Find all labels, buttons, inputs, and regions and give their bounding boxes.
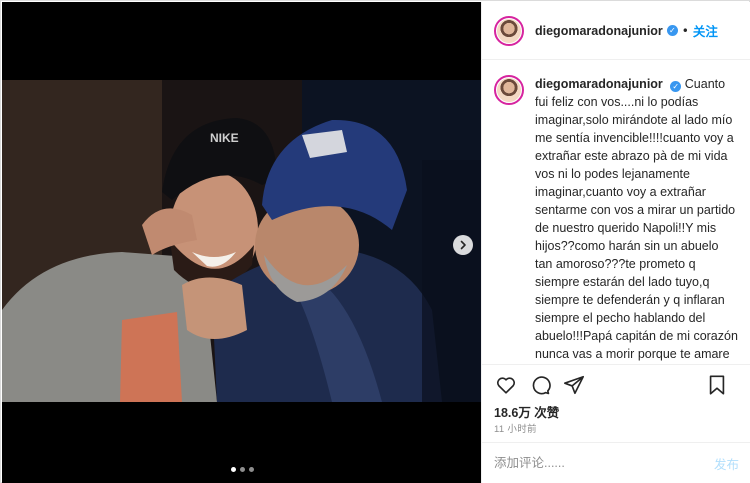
carousel-dot — [231, 467, 236, 472]
svg-text:NIKE: NIKE — [210, 131, 239, 145]
carousel-next-button[interactable] — [453, 235, 473, 255]
share-icon — [564, 375, 584, 394]
carousel-dot — [249, 467, 254, 472]
caption-text: diegomaradonajunior ✓ Cuanto fui feliz c… — [535, 75, 739, 364]
heart-icon — [496, 376, 516, 394]
caption-avatar[interactable] — [494, 75, 524, 105]
comment-icon — [532, 375, 551, 394]
action-bar — [482, 364, 750, 404]
comment-form: 发布 — [482, 442, 750, 483]
caption-body: Cuanto fui feliz con vos....ni lo podías… — [535, 77, 738, 361]
caption-row: diegomaradonajunior ✓ Cuanto fui feliz c… — [494, 75, 739, 364]
post-comment-button[interactable]: 发布 — [714, 454, 739, 473]
comment-button[interactable] — [528, 373, 552, 397]
username-link[interactable]: diegomaradonajunior — [535, 24, 663, 38]
avatar[interactable] — [494, 15, 524, 46]
comment-input[interactable] — [494, 456, 714, 470]
media-viewer: NIKE — [2, 2, 481, 483]
caption-username-link[interactable]: diegomaradonajunior — [535, 77, 663, 91]
instagram-post: NIKE diegomaradonajunior ✓ • 关注 diegomar… — [0, 0, 750, 483]
post-sidebar: diegomaradonajunior ✓ • 关注 diegomaradona… — [481, 2, 750, 483]
carousel-indicator — [231, 467, 254, 472]
header-separator: • — [681, 23, 689, 38]
carousel-dot — [240, 467, 245, 472]
likes-count[interactable]: 18.6万 次赞 — [494, 402, 559, 421]
post-photo: NIKE — [2, 80, 481, 402]
like-button[interactable] — [494, 373, 518, 397]
photo-illustration: NIKE — [2, 80, 481, 402]
bookmark-icon — [709, 375, 725, 395]
save-button[interactable] — [705, 373, 729, 397]
post-header: diegomaradonajunior ✓ • 关注 — [482, 2, 750, 60]
caption-scroll-area[interactable]: diegomaradonajunior ✓ Cuanto fui feliz c… — [482, 61, 750, 364]
verified-icon: ✓ — [666, 25, 678, 36]
verified-icon: ✓ — [670, 81, 682, 92]
follow-button[interactable]: 关注 — [693, 21, 718, 40]
post-timestamp[interactable]: 11 小时前 — [494, 421, 537, 435]
share-button[interactable] — [562, 373, 586, 397]
chevron-right-icon — [460, 240, 466, 250]
